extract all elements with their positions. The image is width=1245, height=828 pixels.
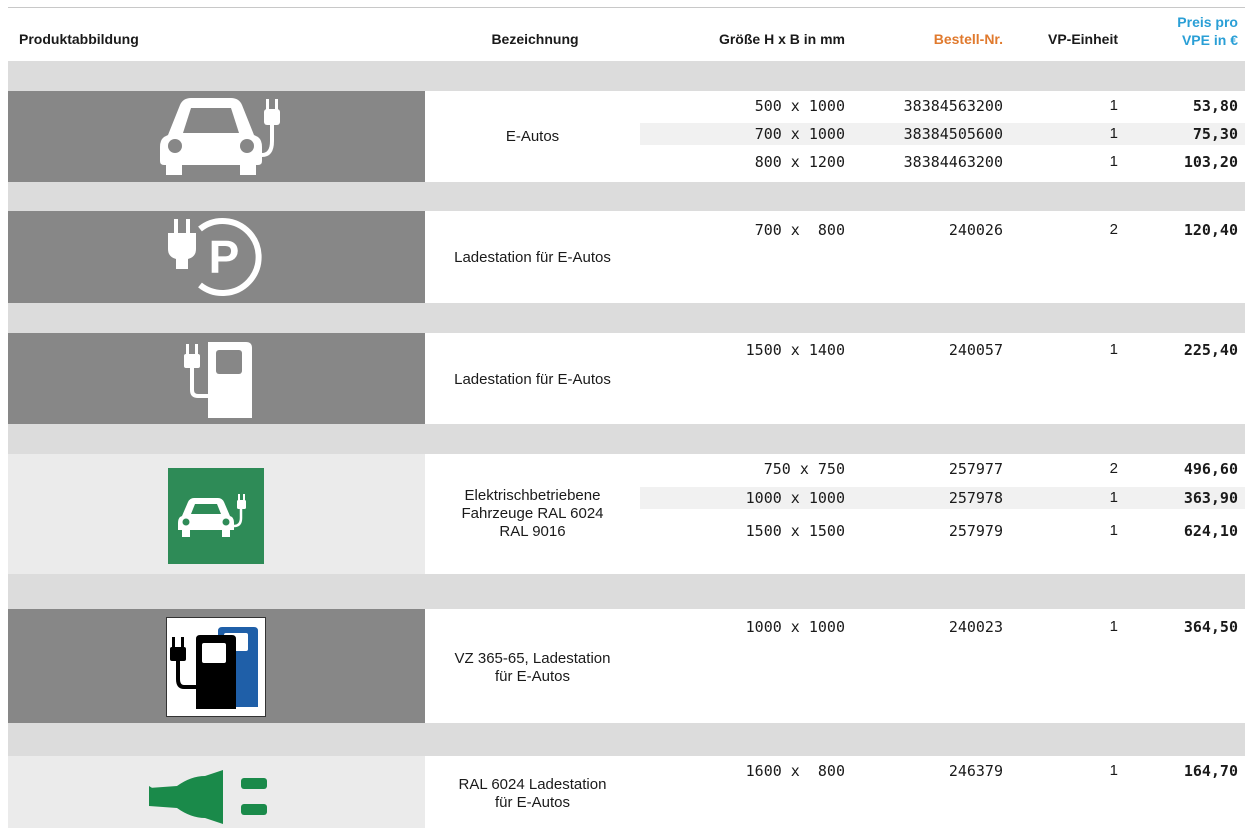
separator-row bbox=[8, 424, 1245, 454]
size-cell: 1600 x 800 bbox=[745, 762, 845, 780]
size-cell: 1000 x 1000 bbox=[745, 489, 845, 507]
vp-cell: 1 bbox=[1109, 762, 1118, 779]
size-cell: 1500 x 1400 bbox=[745, 341, 845, 359]
green-ev-sign-icon bbox=[168, 468, 264, 564]
price-cell: 363,90 bbox=[1183, 489, 1238, 507]
vp-cell: 2 bbox=[1109, 221, 1118, 238]
vp-cell: 1 bbox=[1109, 97, 1118, 114]
size-cell: 700 x 1000 bbox=[754, 125, 845, 143]
product-image-cell bbox=[8, 333, 425, 424]
price-cell: 624,10 bbox=[1183, 522, 1238, 540]
price-cell: 75,30 bbox=[1192, 125, 1238, 143]
product-name-line: RAL 6024 Ladestation bbox=[458, 776, 607, 793]
order-number-cell: 38384505600 bbox=[903, 125, 1003, 143]
size-cell: 700 x 800 bbox=[754, 221, 845, 239]
charging-station-icon bbox=[184, 342, 252, 418]
size-cell: 1000 x 1000 bbox=[745, 618, 845, 636]
product-name-line: Fahrzeuge RAL 6024 bbox=[461, 505, 604, 522]
header-size: Größe H x B in mm bbox=[718, 31, 845, 47]
product-image-cell bbox=[8, 454, 425, 574]
price-cell: 53,80 bbox=[1192, 97, 1238, 115]
price-cell: 164,70 bbox=[1183, 762, 1238, 780]
header-image: Produktabbildung bbox=[19, 31, 139, 47]
product-name-line: Elektrischbetriebene bbox=[464, 487, 601, 504]
green-plug-icon bbox=[149, 770, 267, 824]
price-cell: 103,20 bbox=[1183, 153, 1238, 171]
order-number-cell: 257977 bbox=[948, 460, 1003, 478]
order-number-cell: 240023 bbox=[948, 618, 1003, 636]
price-cell: 120,40 bbox=[1183, 221, 1238, 239]
product-name: VZ 365-65, Ladestation für E-Autos bbox=[425, 650, 640, 686]
product-name: E-Autos bbox=[505, 128, 560, 145]
header-name: Bezeichnung bbox=[491, 31, 579, 47]
product-name: Ladestation für E-Autos bbox=[454, 249, 611, 266]
order-number-cell: 38384563200 bbox=[903, 97, 1003, 115]
vp-cell: 1 bbox=[1109, 125, 1118, 142]
size-cell: 500 x 1000 bbox=[754, 97, 845, 115]
vp-cell: 1 bbox=[1109, 489, 1118, 506]
order-number-cell: 257978 bbox=[948, 489, 1003, 507]
vp-cell: 1 bbox=[1109, 522, 1118, 539]
product-name-line: für E-Autos bbox=[494, 668, 571, 685]
size-cell: 1500 x 1500 bbox=[745, 522, 845, 540]
vp-cell: 1 bbox=[1109, 153, 1118, 170]
separator-row bbox=[8, 723, 1245, 756]
product-image-cell bbox=[8, 756, 425, 828]
order-number-cell: 246379 bbox=[948, 762, 1003, 780]
product-name-line: VZ 365-65, Ladestation bbox=[454, 650, 611, 667]
product-image-cell bbox=[8, 91, 425, 182]
product-name: Ladestation für E-Autos bbox=[454, 371, 611, 388]
separator-row bbox=[8, 61, 1245, 91]
header-vp-unit: VP-Einheit bbox=[1047, 31, 1118, 47]
size-cell: 750 x 750 bbox=[763, 460, 845, 478]
price-cell: 496,60 bbox=[1183, 460, 1238, 478]
product-name-line: RAL 9016 bbox=[499, 523, 566, 540]
header-price-line1: Preis pro bbox=[1177, 14, 1238, 30]
header-order-number: Bestell-Nr. bbox=[933, 31, 1003, 47]
product-name-line: für E-Autos bbox=[494, 794, 571, 811]
header-price-line2: VPE in € bbox=[1181, 32, 1238, 48]
header-price: Preis pro VPE in € bbox=[1140, 13, 1238, 49]
svg-text:P: P bbox=[209, 231, 240, 283]
vp-cell: 2 bbox=[1109, 460, 1118, 477]
product-name: Elektrischbetriebene Fahrzeuge RAL 6024 … bbox=[425, 487, 640, 541]
size-cell: 800 x 1200 bbox=[754, 153, 845, 171]
order-number-cell: 38384463200 bbox=[903, 153, 1003, 171]
product-image-cell: P bbox=[8, 211, 425, 303]
separator-row bbox=[8, 574, 1245, 609]
product-name: RAL 6024 Ladestation für E-Autos bbox=[425, 776, 640, 812]
vz-365-65-sign-icon bbox=[166, 617, 266, 717]
plug-parking-icon: P bbox=[168, 218, 262, 296]
vp-cell: 1 bbox=[1109, 341, 1118, 358]
ev-car-icon bbox=[160, 98, 280, 175]
price-cell: 364,50 bbox=[1183, 618, 1238, 636]
top-rule bbox=[8, 7, 1245, 8]
product-image-cell bbox=[8, 609, 425, 723]
order-number-cell: 240057 bbox=[948, 341, 1003, 359]
order-number-cell: 240026 bbox=[948, 221, 1003, 239]
price-cell: 225,40 bbox=[1183, 341, 1238, 359]
separator-row bbox=[8, 182, 1245, 211]
separator-row bbox=[8, 303, 1245, 333]
vp-cell: 1 bbox=[1109, 618, 1118, 635]
order-number-cell: 257979 bbox=[948, 522, 1003, 540]
